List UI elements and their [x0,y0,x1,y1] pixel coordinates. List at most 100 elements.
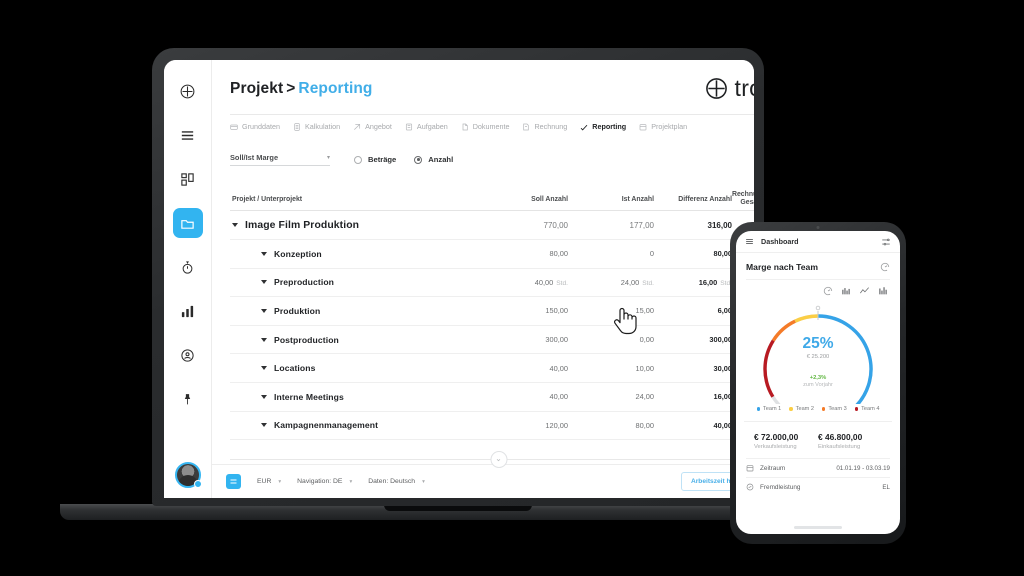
tab-projektplan[interactable]: Projektplan [639,122,687,131]
legend-item: Team 1 [756,406,782,412]
data-language-selector[interactable]: Daten: Deutsch ▾ [368,478,425,485]
navigation-language-selector[interactable]: Navigation: DE ▾ [297,478,352,485]
tab-label: Projektplan [651,122,688,131]
chevron-down-icon: ▾ [349,478,353,485]
tab-aufgaben[interactable]: Aufgaben [405,122,448,131]
app-logo-icon[interactable] [226,474,241,489]
sidebar-item-reports[interactable] [173,296,203,326]
expand-caret-icon[interactable] [261,337,267,342]
column-chart-icon[interactable] [878,286,888,296]
column-header-ist: Ist Anzahl [621,195,654,203]
status-bar: EUR ▾ Navigation: DE ▾ Daten: Deutsch ▾ … [212,464,754,498]
radio-anzahl[interactable]: Anzahl [414,155,453,164]
row-name: Kampagnenmanagement [274,420,379,431]
legend-item: Team 4 [854,406,880,412]
line-chart-icon[interactable] [859,286,870,296]
expand-caret-icon[interactable] [261,394,267,399]
expand-caret-icon[interactable] [261,280,267,285]
cell-soll: 770,00 [543,220,568,230]
sidebar-item-add[interactable] [173,76,203,106]
currency-selector[interactable]: EUR ▾ [257,478,281,485]
row-zeitraum[interactable]: Zeitraum 01.01.19 - 03.03.19 [746,458,890,477]
phone-screen: Dashboard Marge nach Team 25% € 25.200 +… [736,231,900,534]
breadcrumb-separator: > [286,79,296,97]
table-row[interactable]: Interne Meetings 40,00 24,00 16,00 [230,383,754,412]
cell-soll: 80,00 [549,249,569,259]
expand-caret-icon[interactable] [232,223,238,227]
bar-chart-icon[interactable] [841,286,851,296]
phone-home-indicator [736,526,900,534]
cell-ist: 0 [649,249,654,259]
hand-pointer-cursor [612,305,638,335]
check-chart-icon [580,123,588,131]
calendar-icon [746,464,754,472]
tab-dokumente[interactable]: Dokumente [461,122,509,131]
tag-icon [353,123,361,131]
row-name: Interne Meetings [274,391,344,402]
metric-select-value: Soll/Ist Marge [230,153,279,162]
radio-indicator [354,155,362,164]
avatar[interactable] [174,462,202,488]
tab-rechnung[interactable]: Rechnung [522,122,567,131]
phone-header: Dashboard [736,231,900,253]
resize-handle[interactable] [490,451,508,468]
app-content: Projekt> Reporting troi [212,60,754,464]
table-row[interactable]: Kampagnenmanagement 120,00 80,00 40,00 [230,412,754,441]
table-row[interactable]: Preproduction 40,00 Std. 24,00 Std. 16,00 S… [230,269,754,298]
column-header-rechnung: Rechnung Gesamt [732,191,754,207]
brand-name: troi [734,75,754,101]
tab-kalkulation[interactable]: Kalkulation [293,122,340,131]
sidebar-item-projects[interactable] [172,208,203,238]
sidebar-item-time-tracking[interactable] [173,252,203,282]
gauge-icon[interactable] [880,262,890,272]
expand-caret-icon[interactable] [261,308,267,313]
sidebar-item-dashboard[interactable] [173,164,203,194]
expand-caret-icon[interactable] [261,251,267,256]
legend-label: Team 1 [762,406,782,412]
hamburger-menu-icon [179,127,196,144]
sidebar-item-pinned[interactable] [173,384,203,414]
chart-type-switcher [746,279,890,296]
radio-betraege[interactable]: Beträge [354,155,396,164]
cell-ist: 10,00 [635,363,655,373]
radio-label: Beträge [368,155,397,164]
row-label: Zeitraum [760,464,786,472]
bar-chart-icon [180,304,195,319]
table-row[interactable]: Locations 40,00 10,00 30,00 [230,354,754,383]
kpi-value: € 46.800,00 [818,432,863,442]
cell-differenz: 40,00 [713,420,733,430]
tab-angebot[interactable]: Angebot [353,122,392,131]
column-header-differenz: Differenz Anzahl [678,195,732,203]
expand-caret-icon[interactable] [261,366,267,371]
table-row-total[interactable]: Image Film Produktion 770,00 177,00 316,… [230,210,754,240]
breadcrumb-root[interactable]: Projekt [230,80,283,97]
row-label: Fremdleistung [760,483,801,491]
chevron-down-icon: ▾ [422,478,425,485]
sidebar-item-history[interactable] [173,340,203,370]
legend-label: Team 4 [861,406,880,412]
sidebar-item-menu[interactable] [173,120,203,150]
cell-differenz: 30,00 [713,363,733,373]
legend-color-dot [789,407,793,411]
sliders-icon[interactable] [881,237,891,247]
margin-gauge-chart: 25% € 25.200 +2,3% zum Vorjahr [749,300,887,421]
kpi-value: € 72.000,00 [754,432,799,442]
kpi-verkaufsleistung: € 72.000,00 Verkaufsleistung [754,432,818,450]
hamburger-menu-icon[interactable] [745,233,754,251]
gauge-icon[interactable] [823,286,833,296]
table-row[interactable]: Produktion 150,00 15,00 6,00 [230,297,754,326]
row-fremdleistung[interactable]: Fremdleistung EL [746,477,890,496]
margin-card-title: Marge nach Team [746,262,818,272]
cell-soll: 300,00 [545,335,568,345]
table-row[interactable]: Postproduction 300,00 0,00 300,00 [230,326,754,355]
tab-reporting[interactable]: Reporting [580,122,626,131]
cell-unit: Std. [642,279,654,287]
phone-title: Dashboard [761,237,799,246]
list-icon [405,123,413,131]
table-row[interactable]: Konzeption 80,00 0 80,00 [230,240,754,269]
metric-select[interactable]: Soll/Ist Marge ▾ [230,153,330,166]
tab-grunddaten[interactable]: Grunddaten [230,122,280,131]
gauge-amount: € 25.200 [806,353,830,360]
expand-caret-icon[interactable] [261,423,267,428]
row-value: EL [882,483,890,491]
